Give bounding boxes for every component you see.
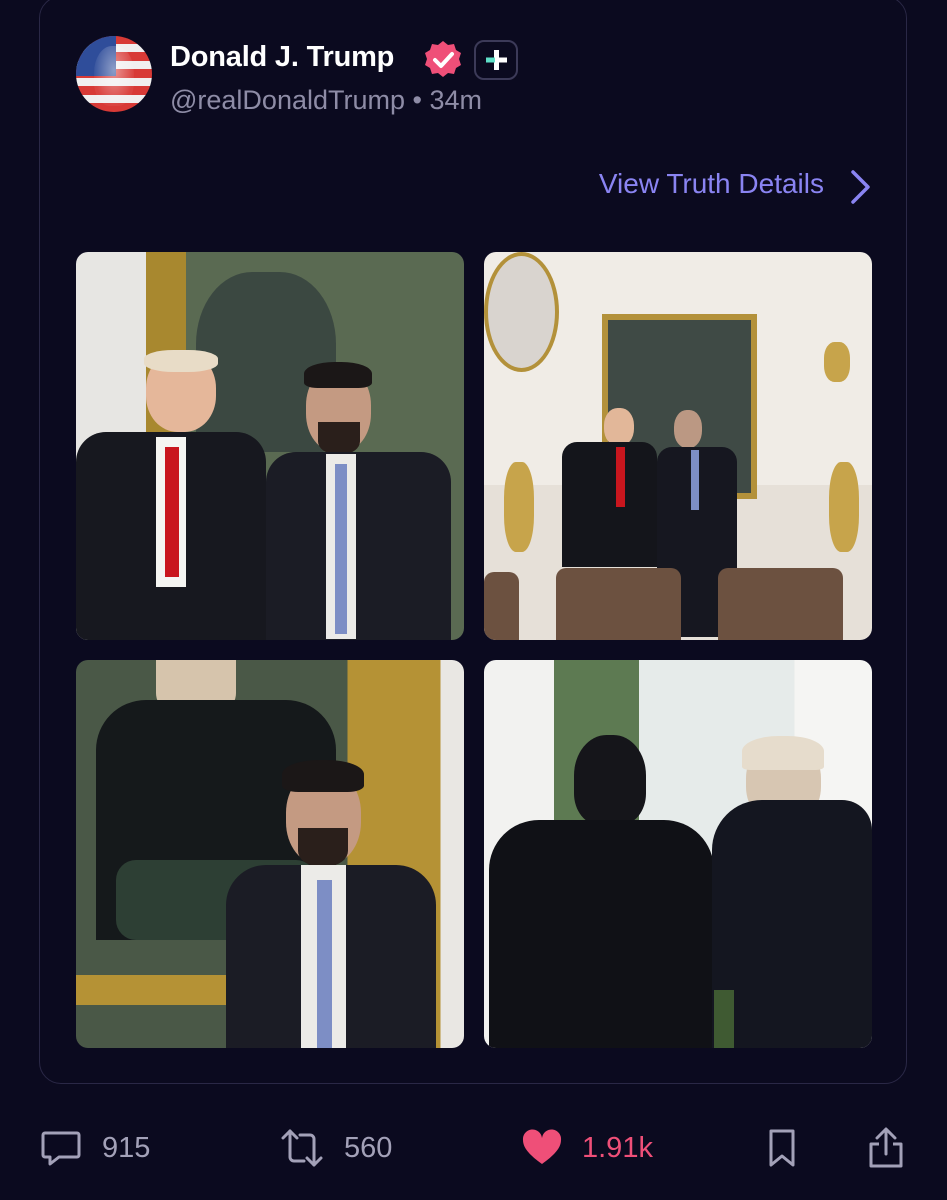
- truth-plus-badge[interactable]: [474, 40, 518, 80]
- view-truth-details-link[interactable]: View Truth Details: [599, 168, 824, 200]
- comment-icon: [41, 1131, 81, 1166]
- share-icon: [869, 1127, 903, 1168]
- media-photo-2[interactable]: [484, 252, 872, 640]
- separator-dot: •: [412, 85, 422, 115]
- like-action[interactable]: 1.91k: [522, 1124, 653, 1172]
- like-count: 1.91k: [582, 1131, 653, 1164]
- author-avatar[interactable]: [76, 36, 152, 112]
- author-name[interactable]: Donald J. Trump: [170, 41, 394, 74]
- verified-badge-icon: [425, 41, 461, 77]
- bookmark-icon: [769, 1129, 795, 1167]
- plus-icon: [486, 50, 507, 70]
- repost-count: 560: [344, 1131, 393, 1164]
- repost-action[interactable]: 560: [280, 1124, 392, 1172]
- post-actions-bar: 915 560 1.91k: [0, 1124, 947, 1172]
- reply-action[interactable]: 915: [40, 1124, 150, 1172]
- post-time[interactable]: 34m: [429, 85, 482, 115]
- media-photo-1[interactable]: [76, 252, 464, 640]
- bookmark-action[interactable]: [766, 1124, 798, 1172]
- reply-count: 915: [102, 1131, 151, 1164]
- author-handle-line: @realDonaldTrump • 34m: [170, 85, 482, 116]
- chevron-right-icon[interactable]: [848, 168, 874, 206]
- repost-icon: [281, 1129, 323, 1167]
- author-handle[interactable]: @realDonaldTrump: [170, 85, 405, 115]
- share-action[interactable]: [866, 1124, 906, 1172]
- media-photo-4[interactable]: [484, 660, 872, 1048]
- heart-icon: [522, 1129, 562, 1164]
- media-photo-3[interactable]: [76, 660, 464, 1048]
